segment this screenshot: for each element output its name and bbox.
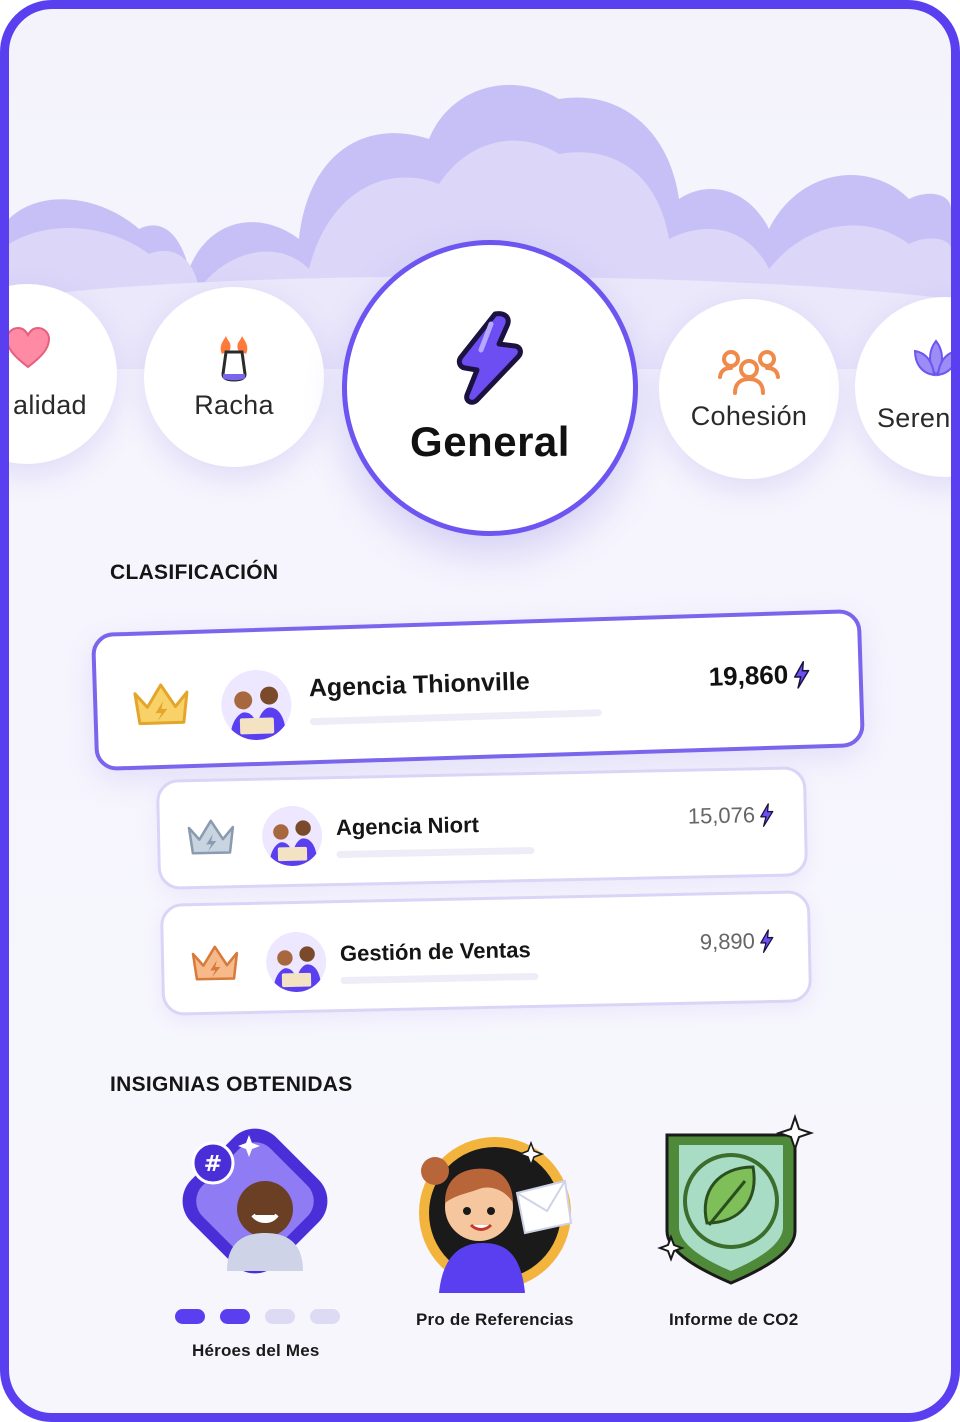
avatar [220, 668, 293, 742]
group-icon [718, 349, 780, 395]
badge-label: Héroes del Mes [192, 1341, 320, 1360]
silver-crown-icon [187, 819, 235, 855]
category-label: Racha [194, 389, 274, 420]
ranking-row-1[interactable]: Agencia Thionville 19,860 [91, 608, 865, 772]
score: 19,860 [708, 659, 810, 693]
lotus-icon [913, 339, 951, 377]
leaf-badge-icon[interactable] [649, 1111, 819, 1291]
score: 15,076 [688, 802, 776, 830]
category-general[interactable]: General [342, 240, 638, 536]
pager-dot[interactable] [310, 1309, 340, 1324]
badge-label: Informe de CO2 [669, 1310, 799, 1329]
ranking-row-2[interactable]: Agencia Niort 15,076 [155, 766, 809, 890]
gold-crown-icon [133, 683, 189, 726]
score: 9,890 [700, 928, 776, 956]
badges-title: INSIGNIAS OBTENIDAS [110, 1073, 353, 1096]
lightning-icon [760, 803, 774, 827]
app-frame: alidad Racha General Cohesión Seren CLAS… [0, 0, 960, 1422]
team-name: Agencia Thionville [308, 667, 531, 703]
category-label: Seren [877, 403, 951, 433]
referral-badge-icon[interactable] [409, 1133, 579, 1293]
pager-dot-active[interactable] [220, 1309, 250, 1324]
progress-bar [340, 972, 539, 985]
category-label: Cohesión [690, 400, 808, 431]
score-value: 19,860 [708, 659, 789, 692]
avatar [265, 931, 327, 993]
hero-badge-icon[interactable]: # [165, 1111, 345, 1291]
progress-bar [336, 846, 535, 859]
bronze-crown-icon [191, 945, 239, 981]
score-value: 9,890 [699, 928, 756, 955]
lightning-icon [793, 660, 809, 689]
heart-icon [9, 326, 51, 369]
ranking-row-3[interactable]: Gestión de Ventas 9,890 [159, 890, 813, 1016]
pager-dot[interactable] [265, 1309, 295, 1324]
pager-dot-active[interactable] [175, 1309, 205, 1324]
shoe-fire-icon [220, 335, 248, 382]
category-label: General [410, 418, 570, 465]
progress-bar [309, 709, 602, 726]
team-name: Gestión de Ventas [339, 937, 531, 967]
ranking-title: CLASIFICACIÓN [110, 561, 279, 584]
category-label: alidad [13, 390, 87, 420]
lightning-icon [760, 929, 774, 953]
category-cohesion[interactable]: Cohesión [659, 299, 839, 479]
team-name: Agencia Niort [335, 812, 480, 841]
score-value: 15,076 [687, 802, 756, 829]
svg-text:#: # [204, 1152, 222, 1177]
category-racha[interactable]: Racha [144, 287, 324, 467]
lightning-icon [456, 311, 523, 405]
avatar [261, 805, 323, 867]
badge-label: Pro de Referencias [416, 1310, 574, 1329]
